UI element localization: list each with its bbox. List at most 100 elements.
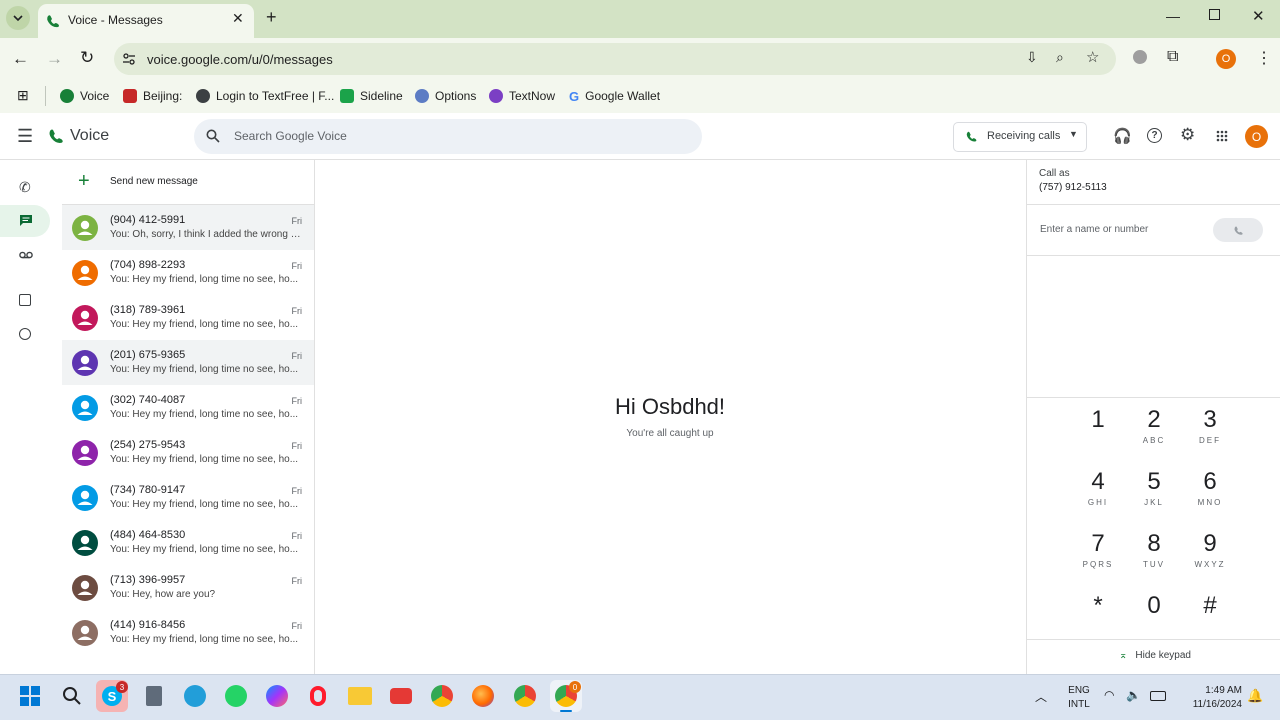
conversation-item[interactable]: (904) 412-5991 You: Oh, sorry, I think I … [62,205,314,250]
hide-keypad-button[interactable]: ⌅ Hide keypad [1119,650,1191,661]
install-app-icon[interactable]: ⇩ [1026,49,1038,66]
bookmark-star-icon[interactable]: ☆ [1086,48,1099,66]
receiving-calls-dropdown[interactable]: Receiving calls ▼ [953,122,1087,152]
conversation-item[interactable]: (302) 740-4087 You: Hey my friend, long t… [62,385,314,430]
person-icon [77,445,93,460]
site-settings-icon[interactable] [122,52,136,66]
bookmark-beijing[interactable]: Beijing: [123,86,182,106]
back-icon[interactable]: ← [12,49,29,69]
input-language[interactable]: ENG INTL [1066,684,1092,712]
incoming-call-icon [966,131,977,142]
minimize-icon[interactable]: — [1166,8,1180,24]
windows-logo-icon [20,686,40,706]
reload-icon[interactable]: ↻ [80,48,94,68]
taskbar-whatsapp[interactable] [220,680,252,712]
key-digit: 7 [1091,530,1105,557]
taskbar-chrome-active[interactable]: 0 [550,680,582,712]
call-as-number[interactable]: (757) 912-5113 [1039,182,1107,193]
volume-icon[interactable]: 🔈 [1126,688,1141,702]
send-new-message-button[interactable]: + Send new message [62,160,314,205]
keypad-key[interactable]: 6 MNO [1182,468,1238,507]
keypad-key[interactable]: * [1070,592,1126,622]
keypad-key[interactable]: # [1182,592,1238,622]
taskbar-file-explorer[interactable] [344,680,376,712]
extension-icon[interactable] [1133,50,1147,64]
conversation-item[interactable]: (484) 464-8530 You: Hey my friend, long t… [62,520,314,565]
keypad-key[interactable]: 9 WXYZ [1182,530,1238,569]
taskbar-search-button[interactable] [56,680,88,712]
contact-number: (302) 740-4087 [110,394,186,406]
show-hidden-icons-chevron-icon[interactable]: ︿ [1035,688,1047,705]
google-g-icon: G [569,88,580,104]
apps-grid-icon[interactable]: ⊞ [17,87,29,104]
keypad-key[interactable]: 8 TUV [1126,530,1182,569]
address-bar[interactable]: voice.google.com/u/0/messages ⇩ ⌕ ☆ [114,43,1116,75]
conversation-item[interactable]: (201) 675-9365 You: Hey my friend, long t… [62,340,314,385]
taskbar-calculator[interactable] [138,680,170,712]
bookmark-options[interactable]: Options [415,86,476,106]
taskbar-messenger[interactable] [261,680,293,712]
taskbar-telegram[interactable] [179,680,211,712]
voicemail-nav-icon[interactable] [19,251,33,259]
conversation-item[interactable]: (734) 780-9147 You: Hey my friend, long t… [62,475,314,520]
call-button[interactable] [1213,218,1263,242]
bookmark-textnow[interactable]: TextNow [489,86,555,106]
main-menu-icon[interactable]: ☰ [17,126,33,147]
keypad-key[interactable]: 1 [1070,406,1126,436]
headset-icon[interactable]: 🎧 [1113,127,1132,145]
taskbar-opera[interactable] [302,680,334,712]
new-tab-icon[interactable]: + [266,7,277,28]
key-digit: 4 [1091,468,1105,495]
conversation-item[interactable]: (704) 898-2293 You: Hey my friend, long t… [62,250,314,295]
tab-close-icon[interactable]: ✕ [232,10,244,27]
taskbar-app-red[interactable] [385,680,417,712]
wifi-icon[interactable]: ◠ [1104,688,1114,702]
bookmark-sideline[interactable]: Sideline [340,86,403,106]
keypad-key[interactable]: 2 ABC [1126,406,1182,445]
profile-avatar[interactable]: O [1216,49,1236,69]
conversation-item[interactable]: (318) 789-3961 You: Hey my friend, long t… [62,295,314,340]
keypad-key[interactable]: 0 [1126,592,1182,622]
browser-menu-icon[interactable]: ⋮ [1256,48,1272,68]
tab-search-button[interactable] [6,6,30,30]
bookmark-textfree[interactable]: Login to TextFree | F... [196,86,334,106]
search-bar[interactable]: Search Google Voice [194,119,702,154]
bookmark-voice[interactable]: Voice [60,86,109,106]
keypad-key[interactable]: 4 GHI [1070,468,1126,507]
zoom-icon[interactable]: ⌕ [1056,49,1064,66]
folder-icon [348,687,372,705]
keypad-key[interactable]: 7 PQRS [1070,530,1126,569]
account-avatar[interactable]: O [1245,125,1268,148]
taskbar-skype[interactable]: S 3 [96,680,128,712]
help-icon[interactable]: ? [1147,128,1162,143]
archive-nav-icon[interactable] [19,294,31,306]
taskbar-chrome-profile-1[interactable] [426,680,458,712]
conversation-item[interactable]: (713) 396-9957 You: Hey, how are you? Fri [62,565,314,610]
close-window-icon[interactable]: ✕ [1252,7,1265,25]
search-input[interactable]: Search Google Voice [234,129,347,143]
keypad-key[interactable]: 5 JKL [1126,468,1182,507]
settings-gear-icon[interactable]: ⚙ [1180,125,1195,145]
bookmark-google-wallet[interactable]: G Google Wallet [569,86,660,106]
letter-l-icon [123,89,137,103]
notifications-bell-icon[interactable]: 🔔 [1247,688,1263,704]
conversation-item[interactable]: (414) 916-8456 You: Hey my friend, long t… [62,610,314,655]
start-button[interactable] [14,680,46,712]
restore-icon[interactable] [1209,9,1220,20]
dialer-panel: Call as (757) 912-5113 Enter a name or n… [1026,160,1280,674]
taskbar-firefox[interactable] [467,680,499,712]
person-icon [77,265,93,280]
spam-nav-icon[interactable] [19,328,31,340]
forward-icon[interactable]: → [46,49,63,69]
contact-avatar [72,620,98,646]
conversation-item[interactable]: (254) 275-9543 You: Hey my friend, long t… [62,430,314,475]
google-apps-icon[interactable] [1216,130,1228,142]
taskbar-chrome-profile-2[interactable] [509,680,541,712]
battery-icon[interactable] [1150,691,1166,701]
keypad-key[interactable]: 3 DEF [1182,406,1238,445]
browser-tab[interactable]: Voice - Messages ✕ [38,4,254,38]
dial-input[interactable]: Enter a name or number [1040,224,1148,235]
calls-nav-icon[interactable]: ✆ [19,179,31,196]
extensions-puzzle-icon[interactable]: ⧉ [1167,48,1178,66]
clock[interactable]: 1:49 AM 11/16/2024 [1178,684,1242,712]
